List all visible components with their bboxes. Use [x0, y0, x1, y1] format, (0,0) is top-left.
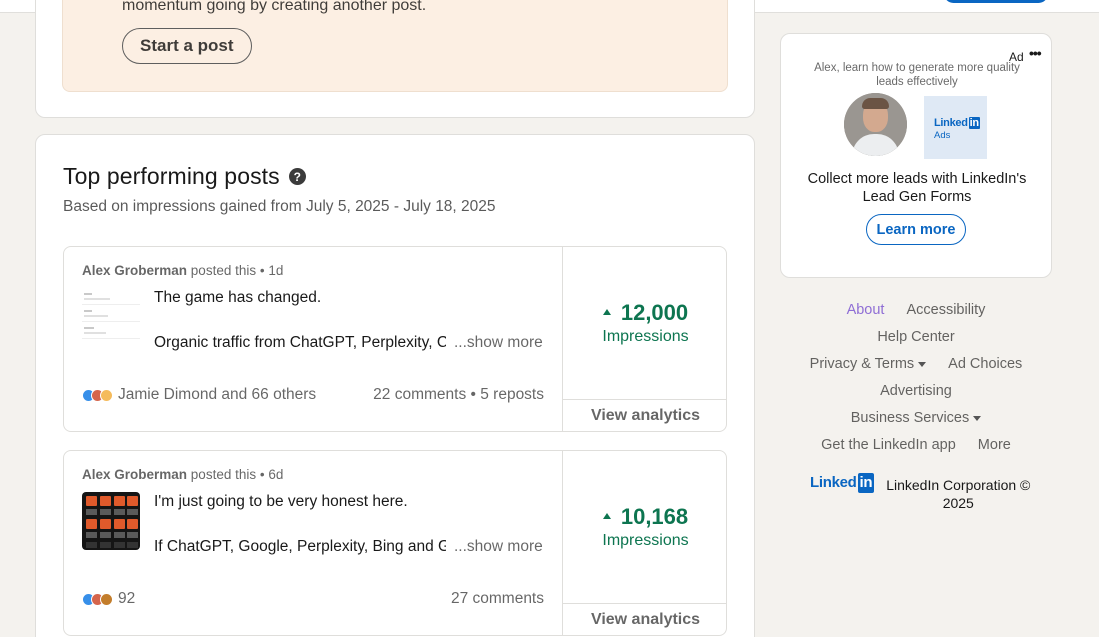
engagement-stats[interactable]: 27 comments	[451, 590, 544, 608]
post-meta: Alex Groberman posted this • 6d	[82, 467, 283, 482]
reactions-summary[interactable]: 92	[82, 590, 135, 608]
impressions-label: Impressions	[602, 532, 689, 549]
post-author[interactable]: Alex Groberman	[82, 467, 187, 482]
linkedin-ads-logo[interactable]: Linked in Ads	[924, 96, 987, 159]
impressions-value: 12,000	[563, 300, 726, 326]
chevron-down-icon	[973, 415, 982, 421]
view-analytics-button[interactable]: View analytics	[563, 399, 726, 431]
footer-link-get-app[interactable]: Get the LinkedIn app	[821, 437, 956, 453]
reaction-icons	[82, 592, 113, 606]
footer-row: About Accessibility	[780, 302, 1052, 318]
ad-card: Ad ••• Alex, learn how to generate more …	[780, 33, 1052, 278]
learn-more-button[interactable]: Learn more	[866, 214, 966, 245]
promo-text: momentum going by creating another post.	[122, 0, 427, 14]
footer-link-ad-choices[interactable]: Ad Choices	[948, 356, 1022, 372]
avatar	[844, 93, 907, 156]
footer-brand: Linked in LinkedIn Corporation © 2025	[810, 473, 1038, 512]
footer-link-business-services[interactable]: Business Services	[850, 410, 982, 426]
support-reaction-icon	[100, 592, 113, 606]
post-meta: Alex Groberman posted this • 1d	[82, 263, 283, 278]
post-timestamp: posted this • 6d	[187, 467, 284, 482]
footer-row: Advertising	[780, 383, 1052, 399]
footer-link-accessibility[interactable]: Accessibility	[906, 302, 985, 318]
footer-logo-word: Linked	[810, 474, 857, 491]
post-content[interactable]: Alex Groberman posted this • 1d The game…	[64, 247, 563, 431]
post-text-line2: Organic traffic from ChatGPT, Perplexity…	[154, 334, 446, 351]
post-thumbnail[interactable]	[82, 492, 140, 550]
view-analytics-button[interactable]: View analytics	[563, 603, 726, 635]
ad-logo-word: Linked	[934, 117, 968, 129]
ad-tagline: Alex, learn how to generate more quality…	[814, 62, 1020, 88]
linkedin-logo: Linked in	[810, 473, 875, 493]
section-title: Top performing posts ?	[63, 163, 306, 190]
start-post-button[interactable]: Start a post	[122, 28, 252, 64]
post-card: Alex Groberman posted this • 1d The game…	[63, 246, 727, 432]
footer-row: Privacy & Terms Ad Choices	[780, 356, 1052, 372]
promo-banner: momentum going by creating another post.…	[62, 0, 728, 92]
reactions-text: 92	[118, 590, 136, 607]
post-text-line1: The game has changed.	[154, 289, 322, 306]
post-content[interactable]: Alex Groberman posted this • 6d I'm just…	[64, 451, 563, 635]
post-timestamp: posted this • 1d	[187, 263, 284, 278]
footer-row: Business Services	[780, 410, 1052, 426]
impressions-value: 10,168	[563, 504, 726, 530]
footer-link-help-center[interactable]: Help Center	[877, 329, 954, 345]
show-more-link[interactable]: ...show more	[454, 334, 543, 352]
post-impressions-panel: 10,168 Impressions View analytics	[563, 451, 726, 635]
ad-logo-in: in	[968, 117, 980, 129]
trend-up-icon	[602, 309, 611, 316]
top-posts-card: Top performing posts ? Based on impressi…	[35, 134, 755, 637]
footer-row: Help Center	[780, 329, 1052, 345]
post-card: Alex Groberman posted this • 6d I'm just…	[63, 450, 727, 636]
more-options-icon[interactable]: •••	[1029, 45, 1042, 61]
section-title-text: Top performing posts	[63, 163, 280, 189]
post-text-line2: If ChatGPT, Google, Perplexity, Bing and…	[154, 538, 446, 555]
reaction-icons	[82, 388, 113, 402]
footer-row: Get the LinkedIn app More	[780, 437, 1052, 453]
trend-up-icon	[602, 513, 611, 520]
footer-link-about[interactable]: About	[847, 302, 885, 318]
footer-link-more[interactable]: More	[978, 437, 1011, 453]
copyright-text: LinkedIn Corporation © 2025	[886, 477, 1031, 511]
post-author[interactable]: Alex Groberman	[82, 263, 187, 278]
help-icon[interactable]: ?	[288, 168, 306, 185]
footer-link-advertising[interactable]: Advertising	[880, 383, 952, 399]
business-services-label: Business Services	[850, 410, 970, 426]
ad-logo-sub: Ads	[934, 130, 951, 141]
footer-link-privacy-terms[interactable]: Privacy & Terms	[809, 356, 927, 372]
section-subtitle: Based on impressions gained from July 5,…	[63, 198, 496, 215]
reactions-text: Jamie Dimond and 66 others	[118, 386, 317, 403]
post-impressions-panel: 12,000 Impressions View analytics	[563, 247, 726, 431]
post-thumbnail[interactable]	[82, 288, 140, 346]
top-action-button[interactable]	[944, 0, 1048, 3]
impressions-label: Impressions	[602, 328, 689, 345]
footer-logo-in: in	[857, 473, 875, 493]
insightful-reaction-icon	[100, 388, 113, 402]
impressions-number: 10,168	[620, 504, 689, 529]
engagement-stats[interactable]: 22 comments • 5 reposts	[373, 386, 544, 404]
show-more-link[interactable]: ...show more	[454, 538, 543, 556]
ad-headline: Collect more leads with LinkedIn's Lead …	[807, 171, 1027, 205]
chevron-down-icon	[918, 361, 927, 367]
promo-card: momentum going by creating another post.…	[35, 0, 755, 118]
privacy-terms-label: Privacy & Terms	[809, 356, 915, 372]
post-text-line1: I'm just going to be very honest here.	[154, 493, 408, 510]
reactions-summary[interactable]: Jamie Dimond and 66 others	[82, 386, 316, 404]
impressions-number: 12,000	[620, 300, 689, 325]
